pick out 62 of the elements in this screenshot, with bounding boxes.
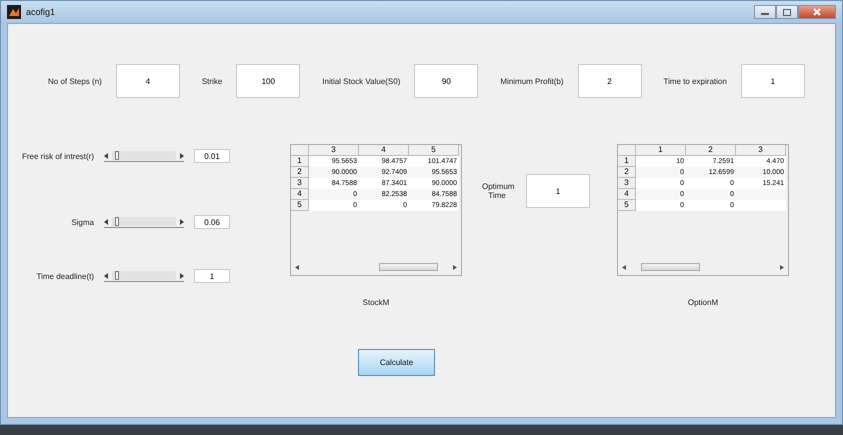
input-field[interactable]: 100 — [236, 64, 300, 98]
row-header[interactable]: 2 — [291, 167, 309, 178]
left-arrow-icon — [622, 264, 626, 270]
field-label: No of Steps (n) — [48, 76, 102, 86]
row-header[interactable]: 4 — [618, 189, 636, 200]
left-arrow-icon — [104, 272, 109, 278]
row-header[interactable]: 1 — [618, 156, 636, 167]
right-arrow-icon — [179, 218, 184, 224]
input-field[interactable]: 4 — [116, 64, 180, 98]
field-label: Optimum Time — [482, 182, 512, 200]
slider-label: Free risk of intrest(r) — [20, 152, 94, 160]
column-header[interactable]: 3 — [309, 145, 359, 156]
calculate-button[interactable]: Calculate — [358, 349, 435, 376]
value-field[interactable]: 1 — [194, 269, 230, 283]
slider[interactable] — [104, 216, 184, 228]
column-header[interactable]: 5 — [409, 145, 459, 156]
row-header[interactable]: 4 — [291, 189, 309, 200]
slider[interactable] — [104, 270, 184, 282]
slider-thumb[interactable] — [115, 271, 120, 280]
column-header[interactable]: 2 — [686, 145, 736, 156]
row-header[interactable]: 3 — [291, 178, 309, 189]
input-field[interactable]: 2 — [578, 64, 642, 98]
input-field[interactable]: 1 — [740, 64, 805, 98]
app-icon — [7, 5, 21, 19]
window-title: acofig1 — [26, 7, 56, 17]
scrollbar-thumb[interactable] — [640, 263, 700, 271]
row-header[interactable]: 5 — [618, 200, 636, 211]
maximize-icon — [783, 8, 791, 16]
column-header[interactable]: 3 — [736, 145, 786, 156]
left-arrow-icon — [104, 152, 109, 158]
close-button[interactable] — [798, 5, 836, 19]
slider-thumb[interactable] — [115, 151, 120, 160]
scrollbar-thumb[interactable] — [378, 263, 438, 271]
minimize-button[interactable] — [754, 5, 776, 19]
field-label: Minimum Profit(b) — [500, 76, 564, 86]
table-caption: StockM — [362, 298, 390, 307]
slider-label: Sigma — [70, 218, 94, 226]
row-header[interactable]: 5 — [291, 200, 309, 211]
maximize-button[interactable] — [776, 5, 798, 19]
right-arrow-icon — [179, 272, 184, 278]
slider-label: Time deadline(t) — [35, 272, 94, 280]
slider[interactable] — [104, 150, 184, 162]
table-caption: OptionM — [688, 298, 718, 307]
row-header[interactable]: 2 — [618, 167, 636, 178]
column-header[interactable]: 4 — [359, 145, 409, 156]
left-arrow-icon — [104, 218, 109, 224]
row-header[interactable]: 3 — [618, 178, 636, 189]
value-field[interactable]: 0.06 — [194, 215, 230, 229]
right-arrow-icon — [780, 264, 784, 270]
value-field[interactable]: 0.01 — [194, 149, 230, 163]
right-arrow-icon — [179, 152, 184, 158]
row-header[interactable]: 1 — [291, 156, 309, 167]
field-label: Strike — [202, 76, 222, 86]
left-arrow-icon — [295, 264, 299, 270]
field-label: Time to expiration — [664, 76, 727, 86]
slider-thumb[interactable] — [115, 217, 120, 226]
input-field[interactable]: 90 — [414, 64, 478, 98]
field-label: Initial Stock Value(S0) — [322, 76, 400, 86]
column-header[interactable]: 1 — [636, 145, 686, 156]
right-arrow-icon — [453, 264, 457, 270]
output-field[interactable]: 1 — [526, 174, 590, 208]
close-icon — [813, 8, 821, 16]
